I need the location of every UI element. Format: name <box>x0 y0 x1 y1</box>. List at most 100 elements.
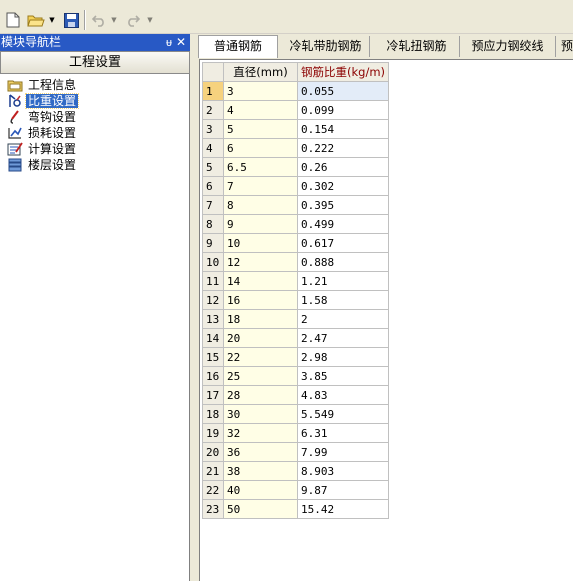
table-row[interactable]: 20 36 7.99 <box>202 442 390 462</box>
diameter-cell[interactable]: 20 <box>223 328 298 348</box>
nav-item-density-settings[interactable]: 比重设置 <box>0 93 189 109</box>
undo-dropdown-arrow[interactable]: ▼ <box>110 9 118 31</box>
row-number-cell[interactable]: 18 <box>202 404 224 424</box>
new-file-button[interactable] <box>4 9 22 31</box>
row-number-cell[interactable]: 22 <box>202 480 224 500</box>
row-number-cell[interactable]: 13 <box>202 309 224 329</box>
row-number-cell[interactable]: 23 <box>202 499 224 519</box>
diameter-cell[interactable]: 6.5 <box>223 157 298 177</box>
nav-item-floor-settings[interactable]: 楼层设置 <box>0 157 189 173</box>
weight-cell[interactable]: 1.21 <box>296 271 390 291</box>
table-row[interactable]: 1 3 0.055 <box>202 81 390 101</box>
weight-cell[interactable]: 0.099 <box>296 100 390 120</box>
row-number-cell[interactable]: 20 <box>202 442 224 462</box>
table-row[interactable]: 10 12 0.888 <box>202 252 390 272</box>
diameter-cell[interactable]: 38 <box>223 461 298 481</box>
tab-cold-rolled-ribbed[interactable]: 冷轧带肋钢筋 <box>282 36 370 57</box>
nav-item-hook-settings[interactable]: 弯钩设置 <box>0 109 189 125</box>
close-icon[interactable]: ✕ <box>176 34 186 51</box>
diameter-cell[interactable]: 14 <box>223 271 298 291</box>
diameter-cell[interactable]: 50 <box>223 499 298 519</box>
weight-cell[interactable]: 0.888 <box>296 252 390 272</box>
weight-cell[interactable]: 0.499 <box>296 214 390 234</box>
redo-dropdown-arrow[interactable]: ▼ <box>146 9 154 31</box>
diameter-cell[interactable]: 36 <box>223 442 298 462</box>
table-row[interactable]: 11 14 1.21 <box>202 271 390 291</box>
weight-cell[interactable]: 1.58 <box>296 290 390 310</box>
weight-cell[interactable]: 0.222 <box>296 138 390 158</box>
weight-cell[interactable]: 9.87 <box>296 480 390 500</box>
diameter-cell[interactable]: 22 <box>223 347 298 367</box>
diameter-cell[interactable]: 40 <box>223 480 298 500</box>
nav-item-project-info[interactable]: 工程信息 <box>0 77 189 93</box>
nav-item-calc-settings[interactable]: 计算设置 <box>0 141 189 157</box>
table-row[interactable]: 14 20 2.47 <box>202 328 390 348</box>
row-number-cell[interactable]: 7 <box>202 195 224 215</box>
pin-icon[interactable]: ᵾ <box>166 34 172 51</box>
diameter-cell[interactable]: 9 <box>223 214 298 234</box>
open-button[interactable] <box>26 9 46 31</box>
table-row[interactable]: 16 25 3.85 <box>202 366 390 386</box>
table-row[interactable]: 5 6.5 0.26 <box>202 157 390 177</box>
table-row[interactable]: 6 7 0.302 <box>202 176 390 196</box>
table-row[interactable]: 13 18 2 <box>202 309 390 329</box>
weight-cell[interactable]: 2 <box>296 309 390 329</box>
table-corner-cell[interactable] <box>202 62 224 82</box>
row-number-cell[interactable]: 17 <box>202 385 224 405</box>
table-row[interactable]: 7 8 0.395 <box>202 195 390 215</box>
row-number-cell[interactable]: 8 <box>202 214 224 234</box>
weight-cell[interactable]: 0.055 <box>296 81 390 101</box>
diameter-cell[interactable]: 4 <box>223 100 298 120</box>
weight-cell[interactable]: 2.47 <box>296 328 390 348</box>
save-button[interactable] <box>62 9 80 31</box>
table-row[interactable]: 21 38 8.903 <box>202 461 390 481</box>
tab-plain-rebar[interactable]: 普通钢筋 <box>198 35 278 58</box>
open-dropdown-arrow[interactable]: ▼ <box>48 9 56 31</box>
weight-cell[interactable]: 15.42 <box>296 499 390 519</box>
row-number-cell[interactable]: 12 <box>202 290 224 310</box>
row-number-cell[interactable]: 5 <box>202 157 224 177</box>
row-number-cell[interactable]: 14 <box>202 328 224 348</box>
row-number-cell[interactable]: 4 <box>202 138 224 158</box>
table-row[interactable]: 15 22 2.98 <box>202 347 390 367</box>
diameter-cell[interactable]: 28 <box>223 385 298 405</box>
row-number-cell[interactable]: 11 <box>202 271 224 291</box>
tab-cold-rolled-twisted[interactable]: 冷轧扭钢筋 <box>374 36 460 57</box>
diameter-cell[interactable]: 12 <box>223 252 298 272</box>
diameter-cell[interactable]: 6 <box>223 138 298 158</box>
diameter-cell[interactable]: 7 <box>223 176 298 196</box>
tab-more[interactable]: 预 <box>560 36 573 57</box>
weight-cell[interactable]: 5.549 <box>296 404 390 424</box>
redo-button[interactable] <box>124 9 142 31</box>
table-row[interactable]: 8 9 0.499 <box>202 214 390 234</box>
undo-button[interactable] <box>90 9 108 31</box>
weight-cell[interactable]: 3.85 <box>296 366 390 386</box>
nav-item-loss-settings[interactable]: 损耗设置 <box>0 125 189 141</box>
row-number-cell[interactable]: 10 <box>202 252 224 272</box>
row-number-cell[interactable]: 9 <box>202 233 224 253</box>
table-row[interactable]: 2 4 0.099 <box>202 100 390 120</box>
table-row[interactable]: 22 40 9.87 <box>202 480 390 500</box>
diameter-cell[interactable]: 30 <box>223 404 298 424</box>
column-header-weight[interactable]: 钢筋比重(kg/m) <box>296 62 390 82</box>
diameter-cell[interactable]: 18 <box>223 309 298 329</box>
diameter-cell[interactable]: 5 <box>223 119 298 139</box>
column-header-diameter[interactable]: 直径(mm) <box>223 62 298 82</box>
row-number-cell[interactable]: 1 <box>202 81 224 101</box>
weight-cell[interactable]: 4.83 <box>296 385 390 405</box>
table-row[interactable]: 4 6 0.222 <box>202 138 390 158</box>
row-number-cell[interactable]: 6 <box>202 176 224 196</box>
table-row[interactable]: 23 50 15.42 <box>202 499 390 519</box>
diameter-cell[interactable]: 8 <box>223 195 298 215</box>
table-row[interactable]: 17 28 4.83 <box>202 385 390 405</box>
weight-cell[interactable]: 7.99 <box>296 442 390 462</box>
tab-prestressed-strand[interactable]: 预应力钢绞线 <box>460 36 556 57</box>
row-number-cell[interactable]: 19 <box>202 423 224 443</box>
nav-section-project-settings[interactable]: 工程设置 <box>0 51 190 74</box>
diameter-cell[interactable]: 25 <box>223 366 298 386</box>
row-number-cell[interactable]: 21 <box>202 461 224 481</box>
table-row[interactable]: 12 16 1.58 <box>202 290 390 310</box>
diameter-cell[interactable]: 32 <box>223 423 298 443</box>
weight-cell[interactable]: 6.31 <box>296 423 390 443</box>
weight-cell[interactable]: 2.98 <box>296 347 390 367</box>
